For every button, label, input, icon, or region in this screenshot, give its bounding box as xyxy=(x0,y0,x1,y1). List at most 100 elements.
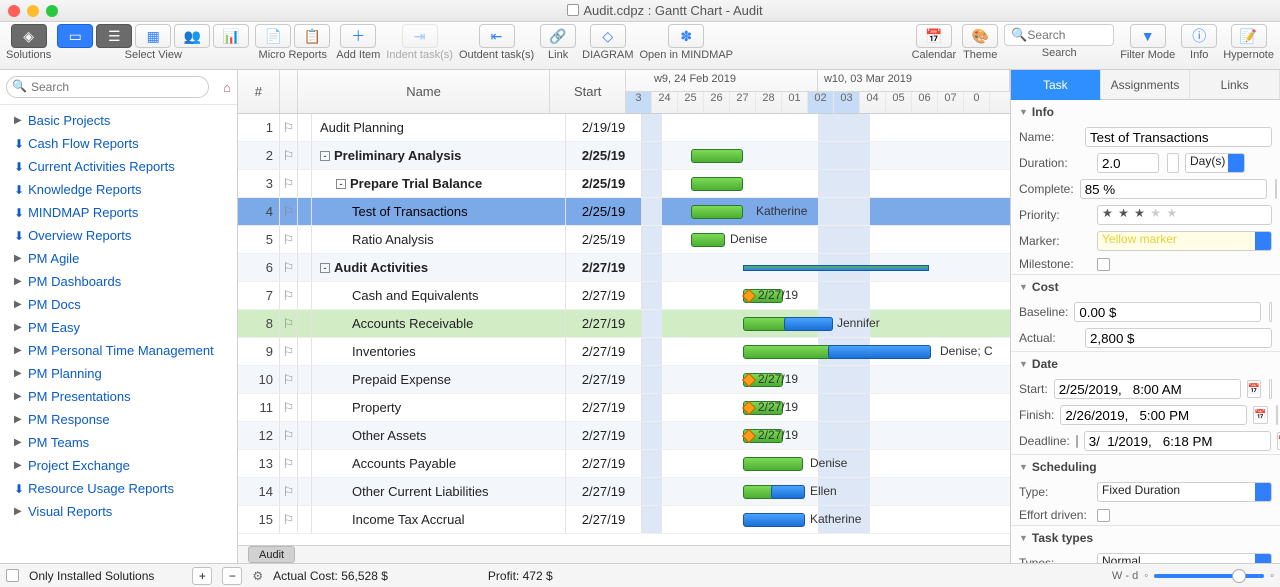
task-name-input[interactable] xyxy=(1085,127,1272,147)
start-cell[interactable]: 2/25/19 xyxy=(566,170,642,197)
sidebar-item[interactable]: ⬇Resource Usage Reports xyxy=(0,477,237,500)
finish-date-input[interactable] xyxy=(1060,405,1247,425)
start-date-input[interactable] xyxy=(1054,379,1241,399)
start-cell[interactable]: 2/27/19 xyxy=(566,478,642,505)
task-row[interactable]: 7⚐Cash and Equivalents2/27/192/27/19 xyxy=(238,282,1010,310)
view-gantt-button[interactable]: ▭ xyxy=(57,24,93,48)
inspector-tab-task[interactable]: Task xyxy=(1011,70,1101,100)
view-calendar-button[interactable]: ▦ xyxy=(135,24,171,48)
task-bar[interactable] xyxy=(691,205,743,219)
toolbar-search[interactable]: 🔍 xyxy=(1004,24,1114,46)
row-flag[interactable]: ⚐ xyxy=(280,478,298,505)
start-cell[interactable]: 2/27/19 xyxy=(566,254,642,281)
name-cell[interactable]: Property xyxy=(312,394,566,421)
row-flag[interactable]: ⚐ xyxy=(280,282,298,309)
name-cell[interactable]: Accounts Payable xyxy=(312,450,566,477)
start-cell[interactable]: 2/27/19 xyxy=(566,366,642,393)
col-name-header[interactable]: Name xyxy=(298,70,551,113)
sidebar-item[interactable]: ⬇Current Activities Reports xyxy=(0,155,237,178)
timeline-cell[interactable] xyxy=(642,114,1010,141)
task-row[interactable]: 1⚐Audit Planning2/19/19 xyxy=(238,114,1010,142)
calendar-icon[interactable]: 📅 xyxy=(1247,380,1261,398)
timeline-cell[interactable]: Denise xyxy=(642,450,1010,477)
sidebar-item[interactable]: ▶PM Presentations xyxy=(0,385,237,408)
task-bar[interactable] xyxy=(691,233,725,247)
finish-stepper[interactable] xyxy=(1276,405,1278,425)
sidebar-item[interactable]: ▶PM Docs xyxy=(0,293,237,316)
minimize-icon[interactable] xyxy=(27,5,39,17)
row-flag[interactable]: ⚐ xyxy=(280,310,298,337)
task-bar[interactable] xyxy=(743,457,803,471)
start-cell[interactable]: 2/27/19 xyxy=(566,450,642,477)
name-cell[interactable]: -Preliminary Analysis xyxy=(312,142,566,169)
expand-icon[interactable]: - xyxy=(320,263,330,273)
timeline-cell[interactable]: 2/27/19 xyxy=(642,282,1010,309)
name-cell[interactable]: Accounts Receivable xyxy=(312,310,566,337)
view-resources-button[interactable]: 👥 xyxy=(174,24,210,48)
view-table-button[interactable]: ☰ xyxy=(96,24,132,48)
deadline-checkbox[interactable] xyxy=(1076,435,1078,448)
sidebar-item[interactable]: ▶Project Exchange xyxy=(0,454,237,477)
micro-report-2-button[interactable]: 📋 xyxy=(294,24,330,48)
summary-bar[interactable] xyxy=(743,265,929,271)
gear-icon[interactable]: ⚙ xyxy=(252,569,263,583)
sidebar-item[interactable]: ▶PM Teams xyxy=(0,431,237,454)
calendar-button[interactable]: 📅 xyxy=(916,24,952,48)
task-row[interactable]: 5⚐Ratio Analysis2/25/19Denise xyxy=(238,226,1010,254)
task-row[interactable]: 4⚐Test of Transactions2/25/19Katherine xyxy=(238,198,1010,226)
section-task-types[interactable]: Task types xyxy=(1011,526,1280,550)
sidebar-item[interactable]: ▶PM Dashboards xyxy=(0,270,237,293)
baseline-input[interactable] xyxy=(1074,302,1261,322)
window-controls[interactable] xyxy=(8,5,58,17)
task-bar[interactable] xyxy=(743,513,805,527)
timeline-cell[interactable]: Katherine xyxy=(642,198,1010,225)
sidebar-item[interactable]: ▶PM Planning xyxy=(0,362,237,385)
complete-input[interactable] xyxy=(1080,179,1267,199)
task-row[interactable]: 11⚐Property2/27/192/27/19 xyxy=(238,394,1010,422)
sidebar-item[interactable]: ▶PM Easy xyxy=(0,316,237,339)
timeline-cell[interactable]: 2/27/19 xyxy=(642,394,1010,421)
start-cell[interactable]: 2/25/19 xyxy=(566,142,642,169)
expand-icon[interactable]: - xyxy=(320,151,330,161)
sidebar-item[interactable]: ⬇Knowledge Reports xyxy=(0,178,237,201)
complete-stepper[interactable] xyxy=(1275,179,1277,199)
row-flag[interactable]: ⚐ xyxy=(280,450,298,477)
zoom-in-icon[interactable]: ◦ xyxy=(1270,570,1274,582)
zoom-slider[interactable] xyxy=(1154,574,1264,578)
duration-unit-select[interactable]: Day(s) xyxy=(1185,153,1245,173)
indent-button[interactable]: ⇥ xyxy=(402,24,438,48)
timeline-cell[interactable]: Katherine xyxy=(642,506,1010,533)
task-row[interactable]: 10⚐Prepaid Expense2/27/192/27/19 xyxy=(238,366,1010,394)
name-cell[interactable]: Income Tax Accrual xyxy=(312,506,566,533)
task-row[interactable]: 2⚐-Preliminary Analysis2/25/19 xyxy=(238,142,1010,170)
open-mindmap-button[interactable]: ✽ xyxy=(668,24,704,48)
timeline-cell[interactable] xyxy=(642,170,1010,197)
name-cell[interactable]: Test of Transactions xyxy=(312,198,566,225)
calendar-icon[interactable]: 📅 xyxy=(1253,406,1267,424)
zoom-icon[interactable] xyxy=(46,5,58,17)
micro-report-1-button[interactable]: 📄 xyxy=(255,24,291,48)
task-row[interactable]: 6⚐-Audit Activities2/27/19 xyxy=(238,254,1010,282)
link-button[interactable]: 🔗 xyxy=(540,24,576,48)
task-row[interactable]: 15⚐Income Tax Accrual2/27/19Katherine xyxy=(238,506,1010,534)
task-row[interactable]: 12⚐Other Assets2/27/192/27/19 xyxy=(238,422,1010,450)
row-flag[interactable]: ⚐ xyxy=(280,226,298,253)
diagram-button[interactable]: ◇ xyxy=(590,24,626,48)
name-cell[interactable]: -Prepare Trial Balance xyxy=(312,170,566,197)
section-cost[interactable]: Cost xyxy=(1011,275,1280,299)
timeline-cell[interactable]: Denise xyxy=(642,226,1010,253)
close-icon[interactable] xyxy=(8,5,20,17)
sidebar-item[interactable]: ⬇MINDMAP Reports xyxy=(0,201,237,224)
add-row-button[interactable]: + xyxy=(192,567,212,585)
name-cell[interactable]: Prepaid Expense xyxy=(312,366,566,393)
duration-input[interactable] xyxy=(1097,153,1159,173)
toolbar-search-input[interactable] xyxy=(1027,28,1107,42)
add-item-button[interactable]: ＋ xyxy=(340,24,376,48)
sidebar-search-input[interactable] xyxy=(6,76,209,98)
name-cell[interactable]: Other Assets xyxy=(312,422,566,449)
only-installed-checkbox[interactable] xyxy=(6,569,19,582)
row-flag[interactable]: ⚐ xyxy=(280,394,298,421)
timeline-cell[interactable] xyxy=(642,254,1010,281)
start-cell[interactable]: 2/25/19 xyxy=(566,226,642,253)
name-cell[interactable]: Ratio Analysis xyxy=(312,226,566,253)
